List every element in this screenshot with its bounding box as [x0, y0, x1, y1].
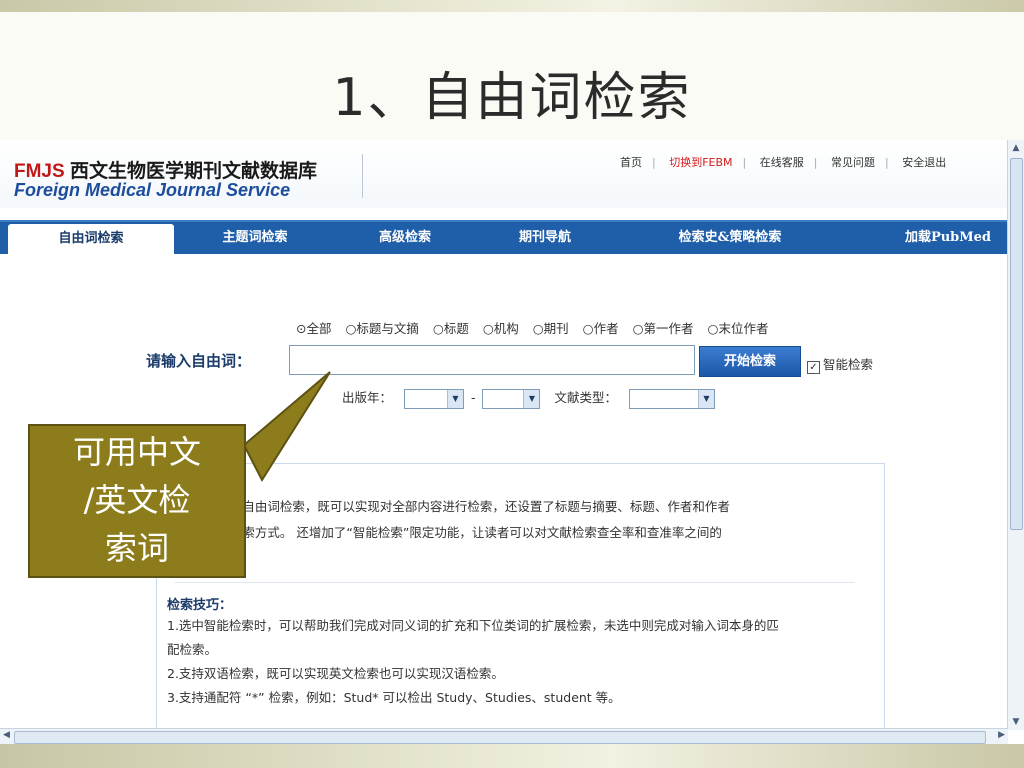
year-to-select[interactable]: ▼	[482, 388, 541, 409]
radio-first-author[interactable]: ○第一作者	[633, 321, 694, 336]
link-switch-febm[interactable]: 切换到FEBM	[669, 154, 732, 170]
filter-row: 出版年： ▼ - ▼ 文献类型： ▼	[342, 387, 715, 409]
chevron-down-icon: ▼	[523, 389, 540, 408]
search-label: 请输入自由词：	[146, 352, 252, 370]
smart-search-label: 智能检索	[823, 357, 874, 372]
logo-en-title: Foreign Medical Journal Service	[14, 180, 291, 200]
intro-line: b使用的自由词检索，既可以实现对全部内容进行检索，还设置了标题与摘要、标题、作者…	[197, 499, 730, 514]
tip-item: 1.选中智能检索时，可以帮助我们完成对同义词的扩充和下位类词的扩展检索，未选中则…	[167, 618, 779, 633]
tips-list: 1.选中智能检索时，可以帮助我们完成对同义词的扩充和下位类词的扩展检索，未选中则…	[167, 614, 877, 710]
logo-prefix: FMJS	[14, 161, 65, 182]
scroll-up-icon[interactable]: ▲	[1010, 142, 1022, 154]
tab-history[interactable]: 检索史&策略检索	[640, 222, 820, 254]
intro-text: b使用的自由词检索，既可以实现对全部内容进行检索，还设置了标题与摘要、标题、作者…	[197, 494, 877, 572]
top-links: 首页 | 切换到FEBM | 在线客服 | 常见问题 | 安全退出	[620, 154, 947, 170]
scroll-down-icon[interactable]: ▼	[1010, 716, 1022, 728]
link-home[interactable]: 首页	[620, 154, 642, 170]
radio-institution[interactable]: ○机构	[483, 321, 519, 336]
scroll-right-icon[interactable]: ▶	[998, 730, 1005, 740]
main-nav: 自由词检索 主题词检索 高级检索 期刊导航 检索史&策略检索 加载PubMed	[0, 220, 1008, 254]
tab-free-word[interactable]: 自由词检索	[8, 224, 174, 254]
start-search-button[interactable]: 开始检索	[699, 346, 801, 377]
hscroll-thumb[interactable]	[14, 731, 986, 744]
radio-title[interactable]: ○标题	[433, 321, 469, 336]
callout-line: /英文检	[83, 481, 191, 519]
slide-top-band	[0, 0, 1024, 12]
tip-item: 配检索。	[167, 642, 218, 657]
radio-all[interactable]: ⊙全部	[296, 321, 332, 336]
tab-journal-nav[interactable]: 期刊导航	[480, 222, 610, 254]
scroll-left-icon[interactable]: ◀	[3, 730, 10, 740]
checkbox-checked-icon[interactable]: ✓	[807, 361, 820, 374]
slide-bottom-band	[0, 744, 1024, 768]
tab-subject-word[interactable]: 主题词检索	[190, 222, 320, 254]
site-logo[interactable]: FMJS 西文生物医学期刊文献数据库	[14, 156, 317, 183]
tab-advanced[interactable]: 高级检索	[340, 222, 470, 254]
tip-item: 3.支持通配符 “*” 检索，例如：Stud* 可以检出 Study、Studi…	[167, 690, 621, 705]
tips-title: 检索技巧：	[167, 598, 233, 613]
smart-search-toggle[interactable]: ✓ 智能检索	[807, 354, 873, 374]
year-from-select[interactable]: ▼	[404, 388, 464, 409]
link-faq[interactable]: 常见问题	[831, 154, 875, 170]
doctype-label: 文献类型：	[554, 390, 617, 405]
doctype-select[interactable]: ▼	[628, 388, 715, 409]
radio-title-abstract[interactable]: ○标题与文摘	[345, 321, 418, 336]
radio-author[interactable]: ○作者	[583, 321, 619, 336]
tip-item: 2.支持双语检索，既可以实现英文检索也可以实现汉语检索。	[167, 666, 504, 681]
slide-title: 1、自由词检索	[332, 68, 692, 128]
header-divider	[362, 154, 363, 198]
divider	[175, 582, 855, 583]
callout-line: 可用中文	[72, 433, 201, 471]
horizontal-scrollbar[interactable]: ◀ ▶	[0, 728, 1008, 744]
link-online-service[interactable]: 在线客服	[760, 154, 804, 170]
logo-cn-title: 西文生物医学期刊文献数据库	[64, 161, 317, 182]
range-separator: -	[470, 390, 476, 405]
callout-line: 索词	[104, 529, 169, 567]
intro-line: k。	[197, 546, 877, 572]
info-panel: b使用的自由词检索，既可以实现对全部内容进行检索，还设置了标题与摘要、标题、作者…	[156, 463, 885, 744]
tab-pubmed[interactable]: 加载PubMed	[890, 222, 1006, 254]
chevron-down-icon: ▼	[447, 389, 463, 408]
search-input[interactable]	[289, 345, 695, 375]
link-logout[interactable]: 安全退出	[902, 154, 946, 170]
radio-journal[interactable]: ○期刊	[533, 321, 569, 336]
vertical-scrollbar[interactable]: ▲ ▼	[1007, 140, 1024, 730]
year-label: 出版年：	[342, 390, 393, 405]
intro-line: b快捷检索方式。 还增加了“智能检索”限定功能，让读者可以对文献检索查全率和查准…	[197, 525, 722, 540]
field-radio-group: ⊙全部 ○标题与文摘 ○标题 ○机构 ○期刊 ○作者 ○第一作者 ○末位作者	[296, 318, 778, 337]
callout-box: 可用中文 /英文检 索词	[28, 424, 246, 578]
radio-last-author[interactable]: ○末位作者	[708, 321, 769, 336]
scroll-thumb[interactable]	[1010, 158, 1023, 530]
site-header: FMJS 西文生物医学期刊文献数据库 Foreign Medical Journ…	[0, 140, 1008, 208]
chevron-down-icon: ▼	[697, 389, 714, 408]
